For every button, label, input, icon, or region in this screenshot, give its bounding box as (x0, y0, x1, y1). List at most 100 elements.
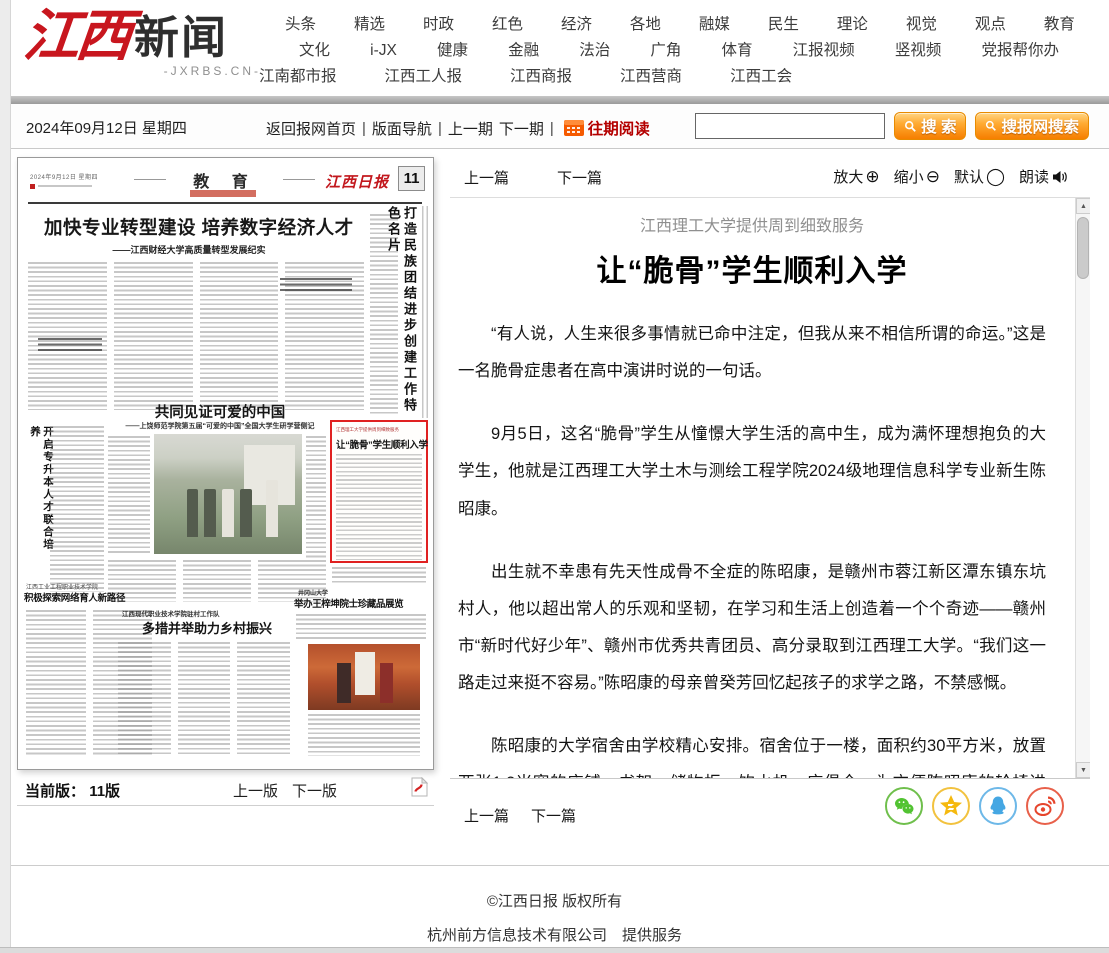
nav-item[interactable]: 融媒 (699, 12, 730, 38)
read-aloud-control[interactable]: 朗读 (1019, 166, 1068, 187)
np-network-headline[interactable]: 积极探索网络育人新路径 (24, 590, 148, 604)
next-article-link[interactable]: 下一篇 (557, 167, 602, 188)
nav-item[interactable]: 红色 (492, 12, 523, 38)
reset-zoom-icon: ◯ (986, 168, 1005, 185)
np-section-title: 教 育 (168, 168, 282, 192)
search-button[interactable]: 搜 索 (894, 112, 966, 140)
reset-zoom-control[interactable]: 默认 ◯ (954, 166, 1005, 187)
faux-text (114, 262, 193, 410)
qzone-share-button[interactable] (932, 787, 970, 825)
zoom-out-label: 缩小 (894, 166, 924, 187)
nav-item[interactable]: 精选 (354, 12, 385, 38)
current-page-label: 当前版： (25, 783, 85, 800)
prev-article-link[interactable]: 上一篇 (464, 167, 509, 188)
zoom-out-control[interactable]: 缩小 ⊖ (894, 166, 940, 187)
nav-item[interactable]: 时政 (423, 12, 454, 38)
page-edge-bottom (0, 947, 1109, 953)
np-lead-headline[interactable]: 加快专业转型建设 培养数字经济人才 (44, 214, 334, 240)
nav-item[interactable]: 金融 (508, 38, 539, 64)
next-page-link[interactable]: 下一版 (292, 780, 337, 801)
page-controls: 当前版： 11版 上一版 下一版 (17, 770, 434, 806)
nav-item[interactable]: 头条 (285, 12, 316, 38)
faux-text-columns (118, 642, 290, 756)
nav-item[interactable]: 体育 (722, 38, 753, 64)
np-vertical-headline-right[interactable]: 打造民族团结进步创建工作特色名片 (385, 206, 417, 418)
archive-link[interactable]: 往期阅读 (564, 117, 650, 139)
read-aloud-label: 朗读 (1019, 166, 1049, 187)
page-edge-left (0, 0, 11, 953)
nav-item[interactable]: 江报视频 (793, 38, 855, 64)
np-red-square (30, 184, 35, 189)
article-prev-next-top: 上一篇 下一篇 (464, 167, 602, 188)
article-title: 让“脆骨”学生顺利入学 (458, 246, 1046, 290)
nav-item[interactable]: 江南都市报 (259, 64, 337, 90)
scrollbar-down-button[interactable]: ▼ (1076, 762, 1090, 778)
pdf-download-link[interactable] (411, 777, 428, 802)
next-article-link[interactable]: 下一篇 (531, 805, 576, 826)
faux-text (306, 436, 326, 558)
nav-item[interactable]: 视觉 (906, 12, 937, 38)
nav-item[interactable]: 民生 (768, 12, 799, 38)
view-controls: 放大 ⊕ 缩小 ⊖ 默认 ◯ 朗读 (825, 166, 1068, 187)
nav-item[interactable]: 江西商报 (510, 64, 572, 90)
article-scrollbar[interactable]: ▲ ▼ (1075, 198, 1090, 778)
search-input[interactable] (695, 113, 885, 139)
faux-text (422, 206, 431, 418)
site-search-button[interactable]: 搜报网搜索 (975, 112, 1089, 140)
nav-item[interactable]: 观点 (975, 12, 1006, 38)
search-area: 搜 索 搜报网搜索 (695, 112, 1089, 140)
page-preview-panel: 2024年9月12日 星期四 教 育 江西日报 11 加快专业转型建设 培养数字… (17, 157, 434, 849)
nav-item[interactable]: 江西工会 (730, 64, 792, 90)
share-icons (885, 787, 1064, 825)
scrollbar-up-button[interactable]: ▲ (1076, 198, 1090, 214)
nav-item[interactable]: 各地 (630, 12, 661, 38)
wechat-share-button[interactable] (885, 787, 923, 825)
next-issue-link[interactable]: 下一期 (499, 118, 544, 139)
nav-item[interactable]: 江西工人报 (385, 64, 463, 90)
nav-item[interactable]: 文化 (299, 38, 330, 64)
archive-label: 往期阅读 (588, 117, 650, 139)
np-mid-headline[interactable]: 共同见证可爱的中国 (122, 401, 318, 422)
scrollbar-thumb[interactable] (1077, 217, 1089, 279)
header-divider-bar (0, 96, 1109, 104)
layout-nav-link[interactable]: 版面导航 (372, 118, 432, 139)
nav-item[interactable]: 党报帮你办 (981, 38, 1059, 64)
nav-item[interactable]: 江西营商 (620, 64, 682, 90)
nav-item[interactable]: 健康 (437, 38, 468, 64)
nav-item[interactable]: 竖视频 (895, 38, 942, 64)
weibo-share-button[interactable] (1026, 787, 1064, 825)
main-content: 2024年9月12日 星期四 教 育 江西日报 11 加快专业转型建设 培养数字… (0, 157, 1109, 849)
qzone-star-icon (938, 793, 964, 819)
prev-issue-link[interactable]: 上一期 (448, 118, 493, 139)
pdf-icon (411, 777, 428, 797)
faux-text (50, 426, 104, 592)
wechat-icon (892, 794, 916, 818)
qq-share-button[interactable] (979, 787, 1017, 825)
photo-figure (240, 489, 252, 537)
np-masthead: 江西日报 (325, 171, 389, 192)
nav-item[interactable]: 广角 (650, 38, 681, 64)
article-paragraph: 出生就不幸患有先天性成骨不全症的陈昭康，是赣州市蓉江新区潭东镇东坑村人，他以超出… (458, 554, 1046, 703)
home-link[interactable]: 返回报网首页 (266, 118, 356, 139)
magnifier-icon (985, 120, 997, 132)
nav-item[interactable]: 理论 (837, 12, 868, 38)
zoom-in-control[interactable]: 放大 ⊕ (833, 166, 879, 187)
nav-item[interactable]: 法治 (579, 38, 610, 64)
np-exhibit-headline[interactable]: 举办王梓坤院士珍藏品展览 (294, 596, 428, 610)
np-rural-headline[interactable]: 多措并举助力乡村振兴 (118, 618, 296, 637)
np-highlighted-article[interactable]: 江西理工大学提供周到细致服务 让“脆骨”学生顺利入学 (330, 420, 428, 563)
article-paragraph: 9月5日，这名“脆骨”学生从憧憬大学生活的高中生，成为满怀理想抱负的大学生，他就… (458, 416, 1046, 527)
site-footer: ©江西日报 版权所有 杭州前方信息技术有限公司 提供服务 (0, 865, 1109, 945)
nav-item[interactable]: 经济 (561, 12, 592, 38)
newspaper-page-image[interactable]: 2024年9月12日 星期四 教 育 江西日报 11 加快专业转型建设 培养数字… (17, 157, 434, 770)
article-bottom-bar: 上一篇 下一篇 (450, 779, 1090, 849)
prev-page-link[interactable]: 上一版 (233, 780, 278, 801)
nav-item[interactable]: i-JX (370, 38, 397, 64)
site-logo[interactable]: 江西 新闻 -JXRBS.CN- (24, 6, 269, 78)
calendar-icon (564, 119, 584, 137)
footer-copyright: ©江西日报 版权所有 (0, 890, 1109, 911)
article-toolbar: 上一篇 下一篇 放大 ⊕ 缩小 ⊖ 默认 ◯ (450, 157, 1090, 197)
nav-item[interactable]: 教育 (1044, 12, 1075, 38)
separator: | (550, 120, 554, 137)
prev-article-link[interactable]: 上一篇 (464, 805, 509, 826)
